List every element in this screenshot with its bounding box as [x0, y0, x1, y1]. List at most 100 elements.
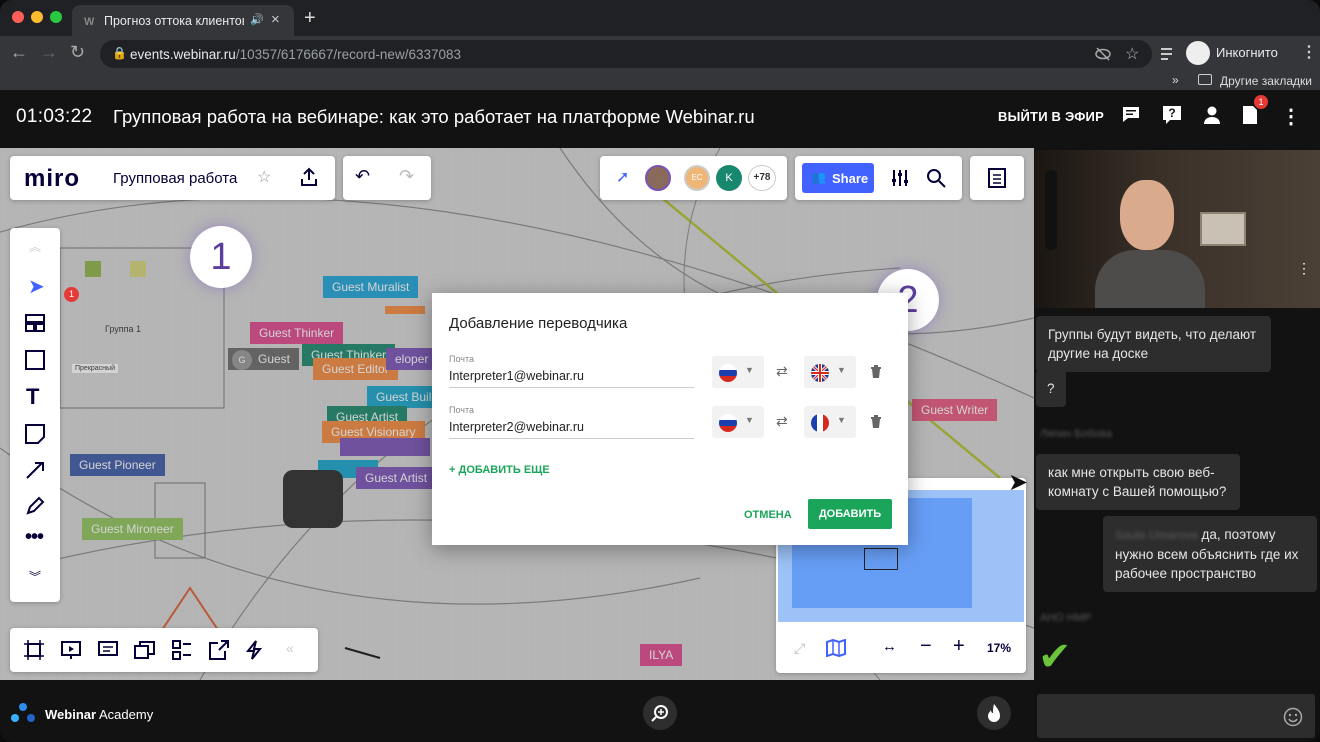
question-icon[interactable]: ? — [1161, 104, 1183, 126]
browser-tab[interactable]: W Прогноз оттока клиентов 🔊 × — [72, 5, 294, 36]
new-tab-button[interactable]: + — [304, 7, 316, 30]
cancel-button[interactable]: ОТМЕНА — [744, 509, 792, 521]
zoom-out-icon[interactable]: − — [920, 635, 932, 658]
close-window-button[interactable] — [12, 11, 24, 23]
minimap-viewport[interactable] — [864, 548, 898, 570]
templates-icon[interactable] — [25, 314, 45, 332]
share-panel: Share 👥 — [795, 156, 962, 200]
emoji-icon[interactable] — [1283, 707, 1303, 727]
kanban-icon[interactable] — [172, 640, 192, 660]
settings-sliders-icon[interactable] — [890, 168, 910, 188]
arrow-line-icon[interactable] — [25, 460, 45, 480]
source-language-select[interactable]: ▼ — [712, 406, 764, 438]
add-interpreter-dialog: Добавление переводчика Почта Interpreter… — [432, 293, 908, 545]
folder-icon — [1198, 74, 1212, 85]
cursor-filter-icon[interactable]: ➚ — [616, 167, 629, 187]
maximize-window-button[interactable] — [50, 11, 62, 23]
bookmarks-bar: » Другие закладки — [0, 72, 1320, 90]
minimize-window-button[interactable] — [31, 11, 43, 23]
chat-input[interactable] — [1037, 694, 1315, 738]
swap-icon[interactable]: ⇄ — [776, 363, 788, 380]
incognito-icon[interactable] — [1186, 41, 1210, 65]
comment-icon[interactable] — [98, 640, 118, 660]
zoom-level[interactable]: 17% — [987, 641, 1011, 655]
undo-redo-panel: ↶ ↷ — [343, 156, 431, 200]
avatar[interactable]: EC — [684, 165, 710, 191]
target-language-select[interactable]: ▼ — [804, 356, 856, 388]
pen-icon[interactable] — [25, 496, 45, 516]
chat-author: АНО НМР — [1040, 612, 1092, 624]
select-cursor-icon[interactable]: ➤ — [28, 274, 45, 299]
cards-icon[interactable] — [134, 640, 156, 660]
more-users-counter[interactable]: +78 — [748, 165, 776, 191]
brand-suffix: Academy — [99, 707, 154, 722]
avatar[interactable]: K — [716, 165, 742, 191]
speaker-video: ⋮ — [1035, 150, 1320, 308]
presentation-icon[interactable] — [61, 640, 81, 660]
rectangle-shape-icon[interactable] — [25, 350, 45, 370]
collapse-up-icon[interactable]: ︽ — [29, 238, 41, 255]
browser-toolbar: ← → ↻ 🔒 events.webinar.ru/10357/6176667/… — [0, 36, 1320, 72]
email-label: Почта — [449, 354, 474, 364]
undo-icon[interactable]: ↶ — [355, 166, 370, 187]
video-menu-icon[interactable]: ⋮ — [1297, 260, 1311, 277]
chevron-down-icon: ▼ — [837, 365, 846, 375]
notes-icon[interactable] — [988, 168, 1006, 188]
more-tools-icon[interactable]: ••• — [25, 526, 44, 549]
star-icon[interactable]: ☆ — [257, 167, 271, 187]
collapse-down-icon[interactable]: ︾ — [29, 568, 41, 585]
swap-icon[interactable]: ⇄ — [776, 413, 788, 430]
zoom-magnifier-icon — [651, 705, 668, 722]
target-language-select[interactable]: ▼ — [804, 406, 856, 438]
address-bar[interactable]: 🔒 events.webinar.ru/10357/6176667/record… — [100, 40, 1152, 68]
reading-list-icon[interactable] — [1160, 47, 1176, 61]
forward-arrow-icon[interactable]: → — [40, 42, 58, 63]
back-arrow-icon[interactable]: ← — [10, 42, 28, 63]
bookmark-star-icon[interactable]: ☆ — [1125, 44, 1139, 64]
board-name[interactable]: Групповая работа — [113, 170, 237, 187]
trash-icon[interactable] — [870, 364, 882, 378]
reload-icon[interactable]: ↻ — [70, 42, 85, 63]
upload-icon[interactable] — [299, 167, 319, 187]
go-live-button[interactable]: ВЫЙТИ В ЭФИР — [998, 109, 1104, 124]
close-tab-icon[interactable]: × — [271, 11, 280, 28]
screen: W Прогноз оттока клиентов 🔊 × + ← → ↻ 🔒 … — [0, 0, 1320, 742]
collapse-left-icon[interactable]: « — [286, 640, 294, 656]
user-icon[interactable] — [1201, 104, 1223, 126]
export-icon[interactable] — [209, 640, 229, 660]
browser-menu-icon[interactable]: ⋮ — [1301, 42, 1317, 62]
url-path: /10357/6176667/record-new/6337083 — [235, 47, 461, 62]
fit-width-icon[interactable]: ↔ — [882, 638, 897, 655]
france-flag-icon — [811, 414, 829, 432]
miro-logo[interactable]: miro — [24, 165, 80, 193]
add-button[interactable]: ДОБАВИТЬ — [808, 499, 892, 529]
add-more-link[interactable]: + ДОБАВИТЬ ЕЩЕ — [449, 464, 550, 476]
more-menu-icon[interactable]: ⋮ — [1281, 104, 1301, 129]
source-language-select[interactable]: ▼ — [712, 356, 764, 388]
frame-icon[interactable] — [24, 640, 44, 660]
bookmarks-overflow[interactable]: » — [1172, 73, 1179, 87]
callout-1: 1 — [190, 226, 252, 288]
notification-badge: 1 — [1254, 95, 1268, 109]
fullscreen-icon[interactable]: ⤢ — [794, 640, 805, 657]
other-bookmarks[interactable]: Другие закладки — [1220, 74, 1312, 88]
reactions-button[interactable] — [977, 696, 1011, 730]
sticky-note-icon[interactable] — [25, 424, 45, 444]
eye-off-icon[interactable] — [1095, 47, 1111, 61]
chat-icon[interactable] — [1121, 104, 1143, 126]
chat-message: Группы будут видеть, что делают другие н… — [1036, 316, 1271, 372]
speaker-device-icon — [1200, 212, 1246, 246]
search-icon[interactable] — [926, 168, 946, 188]
avatar[interactable] — [645, 165, 671, 191]
map-icon[interactable] — [826, 639, 846, 657]
zoom-button[interactable] — [643, 696, 677, 730]
fire-icon — [988, 704, 1000, 722]
trash-icon[interactable] — [870, 414, 882, 428]
redo-icon[interactable]: ↷ — [399, 166, 414, 187]
email-field[interactable]: Interpreter2@webinar.ru — [449, 420, 694, 439]
lightning-icon[interactable] — [246, 640, 262, 660]
chevron-down-icon: ▼ — [745, 365, 754, 375]
zoom-in-icon[interactable]: + — [953, 635, 965, 658]
text-tool-icon[interactable]: T — [26, 384, 39, 410]
email-field[interactable]: Interpreter1@webinar.ru — [449, 369, 694, 388]
